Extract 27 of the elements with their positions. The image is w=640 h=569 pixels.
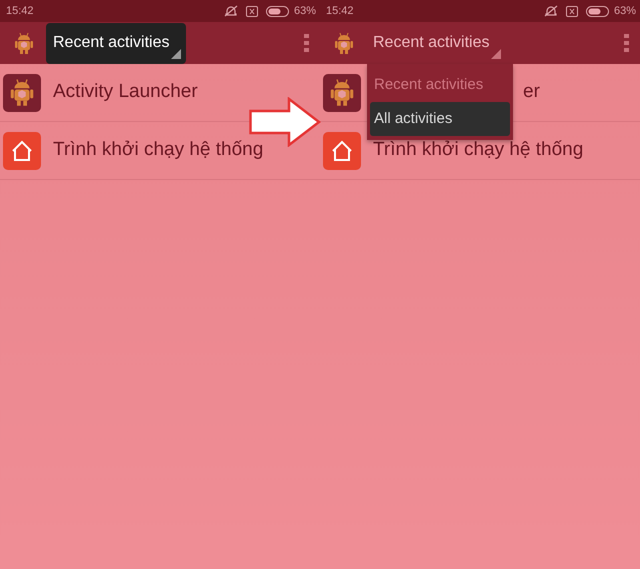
status-time: 15:42 bbox=[6, 4, 34, 19]
app-name[interactable]: Trình khởi chạy hệ thống bbox=[373, 136, 584, 165]
dropdown-option[interactable]: All activities bbox=[370, 102, 510, 136]
app-name[interactable]: Activity Launcher bbox=[53, 78, 198, 107]
app-name[interactable]: Trình khởi chạy hệ thống bbox=[53, 136, 264, 165]
dropdown-option[interactable]: Recent activities bbox=[370, 68, 510, 102]
alarm-off-icon bbox=[544, 5, 558, 17]
sim-card-icon bbox=[246, 6, 258, 16]
battery-percent: 63% bbox=[294, 4, 316, 19]
corner-icon bbox=[170, 48, 180, 58]
alarm-off-icon bbox=[224, 5, 238, 17]
overflow-menu-icon[interactable] bbox=[624, 34, 630, 52]
robot-app-icon bbox=[323, 74, 361, 112]
battery-percent: 63% bbox=[614, 4, 636, 19]
sim-card-icon bbox=[566, 6, 578, 16]
home-app-icon bbox=[323, 132, 361, 170]
app-name[interactable]: er bbox=[523, 78, 540, 107]
robot-app-icon bbox=[3, 74, 41, 112]
overflow-menu-icon[interactable] bbox=[304, 34, 310, 52]
corner-icon bbox=[490, 48, 500, 58]
home-app-icon bbox=[3, 132, 41, 170]
activity-dropdown[interactable]: Recent activities bbox=[46, 22, 186, 64]
battery-icon bbox=[586, 6, 610, 16]
status-time: 15:42 bbox=[326, 4, 354, 19]
battery-icon bbox=[266, 6, 290, 16]
robot-logo-icon bbox=[12, 31, 36, 55]
robot-logo-icon bbox=[332, 31, 356, 55]
